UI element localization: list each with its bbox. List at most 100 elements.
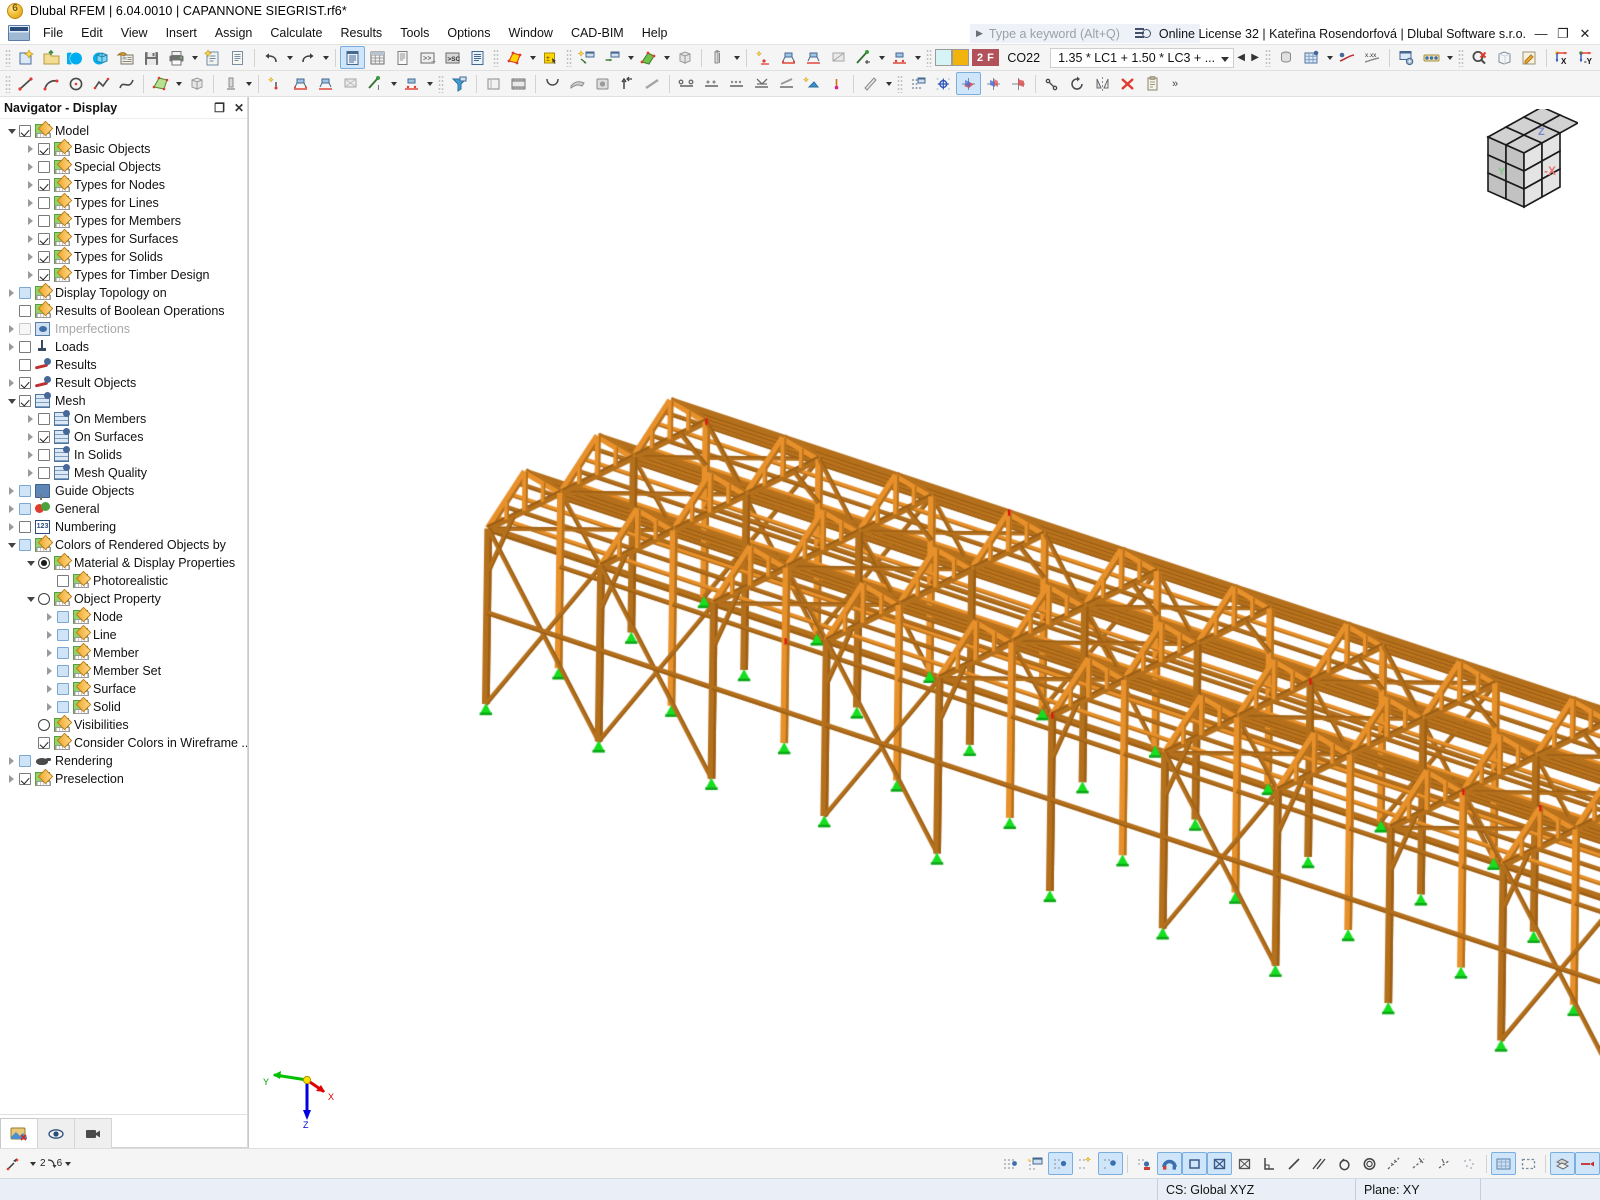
select-dropdown-caret[interactable] — [527, 46, 538, 69]
chevron-right-icon[interactable] — [4, 505, 19, 513]
parallel-snap-icon[interactable] — [1307, 1152, 1332, 1175]
line-snap-icon[interactable] — [1282, 1152, 1307, 1175]
combination-expression-dropdown[interactable]: 1.35 * LC1 + 1.50 * LC3 + ... — [1050, 47, 1235, 68]
toolbar-grip-2[interactable] — [493, 48, 499, 67]
toolbar-grip-6[interactable] — [1458, 48, 1465, 67]
menu-item-view[interactable]: View — [112, 23, 157, 43]
grid-settings-icon[interactable] — [906, 72, 931, 95]
show-results-icon[interactable] — [1335, 46, 1360, 69]
surface-shell-icon[interactable] — [565, 72, 590, 95]
nav-tree-row[interactable]: Model — [0, 122, 247, 140]
nav-tree-row[interactable]: Types for Solids — [0, 248, 247, 266]
nav-checkbox[interactable] — [38, 179, 50, 191]
undo-dropdown-caret[interactable] — [284, 46, 295, 69]
nav-checkbox[interactable] — [19, 323, 31, 335]
chevron-right-icon[interactable] — [23, 271, 38, 279]
model-view-icon[interactable] — [481, 72, 506, 95]
nav-checkbox[interactable] — [19, 359, 31, 371]
nav-checkbox[interactable] — [57, 629, 69, 641]
new-nodal-support-icon[interactable] — [751, 46, 776, 69]
select-special-icon[interactable]: ± — [538, 46, 563, 69]
nav-tree-row[interactable]: Consider Colors in Wireframe ... — [0, 734, 247, 752]
maximize-button[interactable]: ❐ — [1552, 26, 1574, 42]
menu-item-window[interactable]: Window — [499, 23, 561, 43]
new-arc-icon[interactable] — [39, 72, 64, 95]
model-info-icon[interactable] — [114, 46, 139, 69]
nav-checkbox[interactable] — [57, 611, 69, 623]
tab-display[interactable] — [0, 1118, 38, 1148]
support-settings-caret[interactable] — [424, 72, 435, 95]
cloud-open-icon[interactable] — [64, 46, 89, 69]
line-support-tool-icon[interactable] — [313, 72, 338, 95]
nav-tree-row[interactable]: Solid — [0, 698, 247, 716]
mirror-icon[interactable] — [1090, 72, 1115, 95]
nav-tree-row[interactable]: 123 Numbering — [0, 518, 247, 536]
nav-tree-row[interactable]: Member — [0, 644, 247, 662]
chevron-down-icon[interactable] — [4, 399, 19, 404]
chevron-right-icon[interactable] — [42, 703, 57, 711]
new-line-caret[interactable] — [625, 46, 636, 69]
chevron-down-icon[interactable] — [23, 597, 38, 602]
nav-checkbox[interactable] — [19, 305, 31, 317]
nav-checkbox[interactable] — [38, 215, 50, 227]
data-panel-icon[interactable] — [390, 46, 415, 69]
chevron-right-icon[interactable] — [42, 685, 57, 693]
new-member-caret[interactable] — [661, 46, 672, 69]
show-mesh-icon[interactable] — [1299, 46, 1324, 69]
nav-checkbox[interactable] — [38, 413, 50, 425]
new-solid-tool-icon[interactable] — [184, 72, 209, 95]
nav-checkbox[interactable] — [38, 737, 50, 749]
close-button[interactable]: ✕ — [1574, 26, 1596, 42]
filter-icon[interactable] — [447, 72, 472, 95]
nav-checkbox[interactable] — [38, 143, 50, 155]
nav-radio-button[interactable] — [38, 719, 50, 731]
tangent-snap-icon[interactable] — [1432, 1152, 1457, 1175]
menu-item-calculate[interactable]: Calculate — [261, 23, 331, 43]
workplane-xy-icon[interactable] — [956, 72, 981, 95]
nav-tree-row[interactable]: Mesh Quality — [0, 464, 247, 482]
nav-tree-row[interactable]: Results — [0, 356, 247, 374]
nav-checkbox[interactable] — [19, 341, 31, 353]
application-menu-icon[interactable] — [8, 25, 30, 41]
chevron-right-icon[interactable] — [4, 523, 19, 531]
chevron-right-icon[interactable] — [23, 199, 38, 207]
snap-step-caret[interactable] — [62, 1152, 73, 1175]
nav-checkbox[interactable] — [38, 251, 50, 263]
chevron-right-icon[interactable] — [42, 649, 57, 657]
nav-radio-button[interactable] — [38, 557, 50, 569]
toolbar-grip-5[interactable] — [1265, 48, 1272, 67]
chevron-down-icon[interactable] — [4, 129, 19, 134]
nav-tree-row[interactable]: Member Set — [0, 662, 247, 680]
new-spline-icon[interactable] — [114, 72, 139, 95]
nav-tree-row[interactable]: Mesh — [0, 392, 247, 410]
nav-tree-row[interactable]: Visibilities — [0, 716, 247, 734]
chevron-right-icon[interactable] — [4, 343, 19, 351]
toolbar2-grip-2[interactable] — [438, 74, 444, 93]
nav-tree-row[interactable]: Preselection — [0, 770, 247, 788]
new-nodal-load-icon[interactable] — [263, 72, 288, 95]
animation-icon[interactable] — [506, 72, 531, 95]
nav-tree-row[interactable]: Line — [0, 626, 247, 644]
new-support-tool-icon[interactable] — [218, 72, 243, 95]
nav-tree-row[interactable]: On Members — [0, 410, 247, 428]
line-support-icon[interactable] — [801, 46, 826, 69]
member-type-coupling-icon[interactable] — [749, 72, 774, 95]
nav-checkbox[interactable] — [38, 269, 50, 281]
support-caret[interactable] — [912, 46, 923, 69]
solid-cube-icon[interactable] — [590, 72, 615, 95]
new-opening-icon[interactable] — [706, 46, 731, 69]
minimize-button[interactable]: — — [1530, 26, 1552, 41]
nav-checkbox[interactable] — [38, 233, 50, 245]
result-diagram-icon[interactable] — [1419, 46, 1444, 69]
perpendicular-snap-icon[interactable] — [1257, 1152, 1282, 1175]
toolbar-grip-4[interactable] — [926, 48, 932, 67]
nav-tree-row[interactable]: General — [0, 500, 247, 518]
chevron-right-icon[interactable] — [23, 145, 38, 153]
chevron-right-icon[interactable] — [23, 163, 38, 171]
new-model-icon[interactable] — [14, 46, 39, 69]
nav-checkbox[interactable] — [19, 485, 31, 497]
nav-checkbox[interactable] — [38, 449, 50, 461]
new-solid-icon[interactable] — [672, 46, 697, 69]
nav-checkbox[interactable] — [19, 287, 31, 299]
nav-tree-row[interactable]: Surface — [0, 680, 247, 698]
